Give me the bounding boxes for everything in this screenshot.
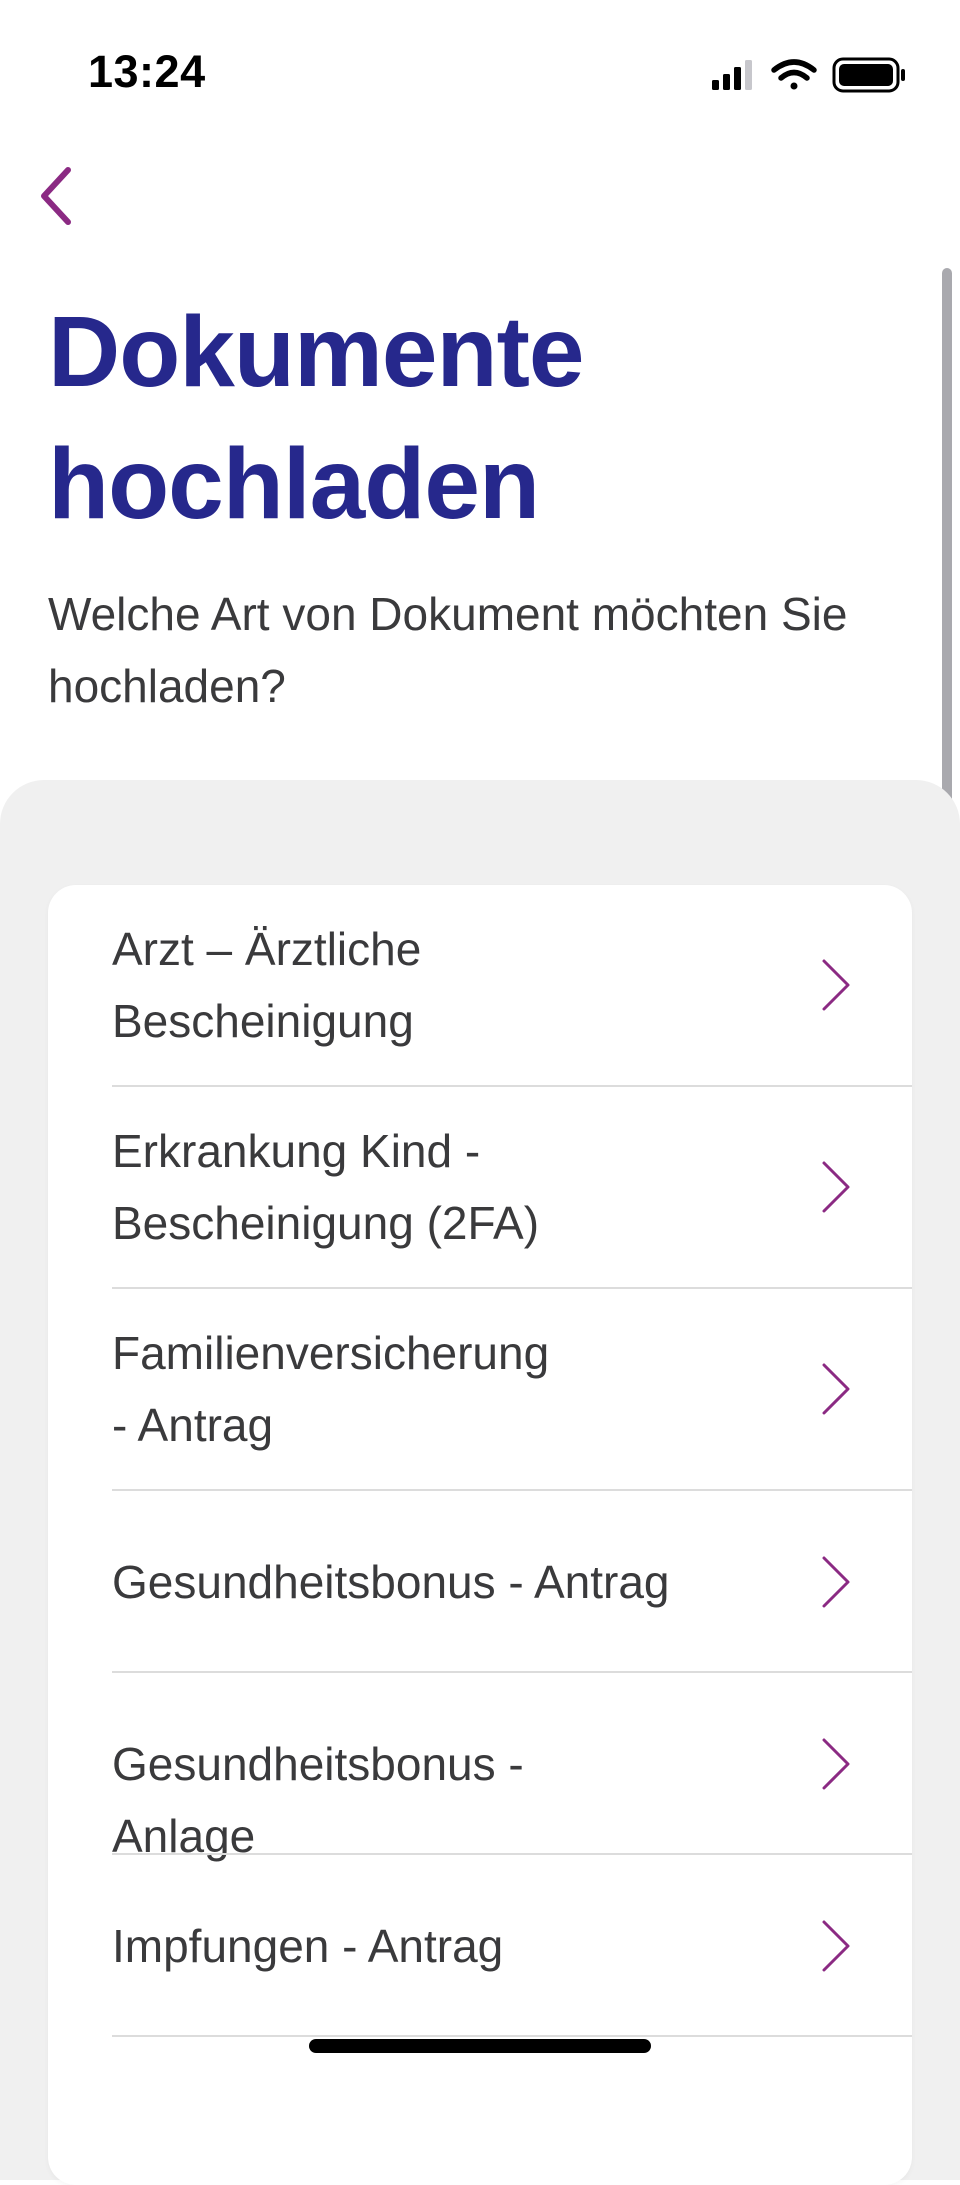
status-icons bbox=[712, 56, 912, 94]
chevron-right-icon bbox=[822, 959, 850, 1011]
list-item-label-line-1: Familienversicherung bbox=[112, 1327, 550, 1379]
list-item-label: Gesundheitsbonus - Antrag bbox=[112, 1556, 670, 1608]
list-item-erkrankung-kind[interactable]: Erkrankung Kind - Bescheinigung (2FA) bbox=[48, 1087, 912, 1287]
list-item-impfungen-antrag[interactable]: Impfungen - Antrag bbox=[48, 1855, 912, 2035]
list-item-label-line-1: Erkrankung Kind - bbox=[112, 1125, 481, 1177]
battery-icon bbox=[832, 57, 905, 93]
list-item-familienversicherung[interactable]: Familienversicherung - Antrag bbox=[48, 1289, 912, 1489]
document-type-list: Arzt – Ärztliche Bescheinigung Erkrankun… bbox=[48, 885, 912, 2185]
home-indicator[interactable] bbox=[309, 2039, 651, 2053]
page-title: Dokumente hochladen bbox=[48, 286, 585, 550]
list-item-label-line-2: Bescheinigung bbox=[112, 995, 414, 1047]
list-item-label: Familienversicherung - Antrag bbox=[112, 1317, 672, 1461]
list-item-gesundheitsbonus-anlage[interactable]: Gesundheitsbonus - Anlage bbox=[48, 1673, 912, 1862]
list-item-label-line-1: Arzt – Ärztliche bbox=[112, 923, 422, 975]
wifi-icon bbox=[771, 59, 817, 90]
page-title-line-1: Dokumente bbox=[48, 296, 585, 408]
list-item-gesundheitsbonus-antrag[interactable]: Gesundheitsbonus - Antrag bbox=[48, 1491, 912, 1671]
page-subtitle: Welche Art von Dokument möchten Sie hoch… bbox=[48, 588, 848, 712]
chevron-right-icon bbox=[822, 1920, 850, 1972]
list-item-label: Arzt – Ärztliche Bescheinigung bbox=[112, 913, 672, 1057]
list-item-arzt-bescheinigung[interactable]: Arzt – Ärztliche Bescheinigung bbox=[48, 885, 912, 1085]
chevron-right-icon bbox=[822, 1363, 850, 1415]
chevron-left-icon bbox=[41, 167, 71, 225]
list-item-label: Gesundheitsbonus - Anlage bbox=[112, 1738, 524, 1862]
list-item-label-line-2: - Antrag bbox=[112, 1399, 274, 1451]
list-item-label: Erkrankung Kind - Bescheinigung (2FA) bbox=[112, 1115, 672, 1259]
list-item-label-line-2: Bescheinigung (2FA) bbox=[112, 1197, 540, 1249]
chevron-right-icon bbox=[822, 1738, 850, 1790]
list-item-label: Impfungen - Antrag bbox=[112, 1920, 504, 1972]
status-time: 13:24 bbox=[88, 46, 206, 97]
back-button[interactable] bbox=[16, 156, 96, 236]
cellular-signal-icon bbox=[712, 60, 752, 90]
divider bbox=[112, 2035, 912, 2037]
chevron-right-icon bbox=[822, 1161, 850, 1213]
status-bar: 13:24 bbox=[0, 0, 960, 150]
page-title-line-2: hochladen bbox=[48, 428, 540, 540]
chevron-right-icon bbox=[822, 1556, 850, 1608]
